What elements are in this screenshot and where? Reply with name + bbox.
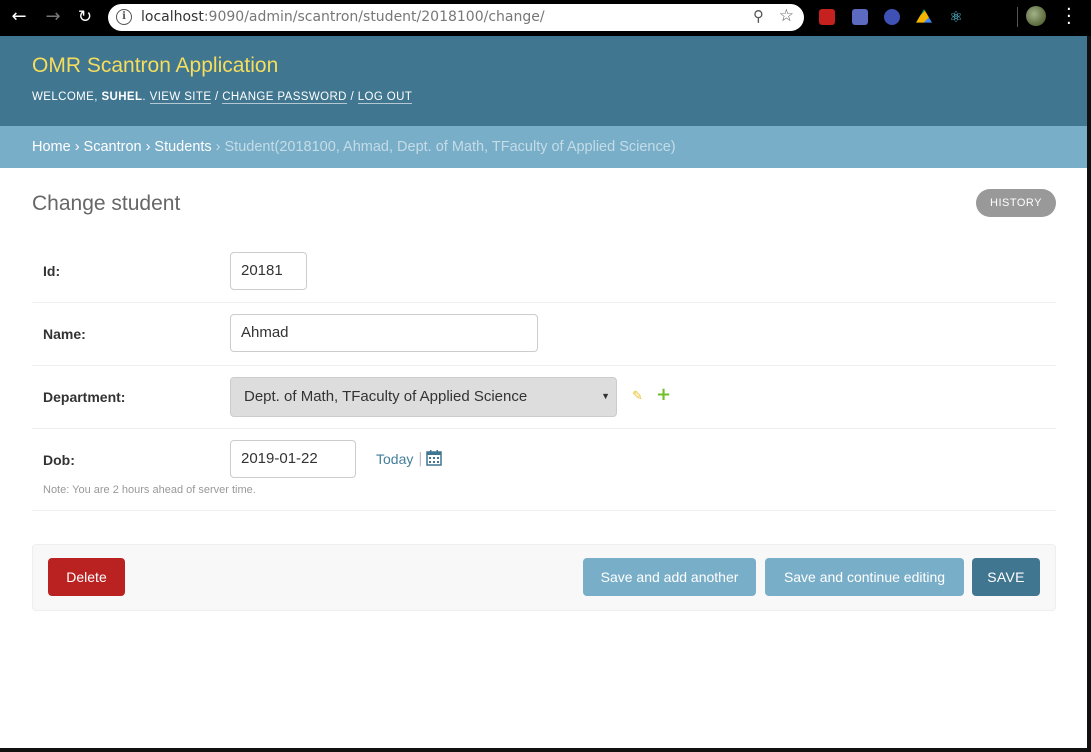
dob-label: Dob: [43,452,75,468]
window-edge [1087,36,1091,752]
plus-icon[interactable]: + [656,384,671,405]
change-password-link[interactable]: CHANGE PASSWORD [222,91,347,104]
url-text[interactable]: localhost:9090/admin/scantron/student/20… [141,9,545,25]
breadcrumb-current: Student(2018100, Ahmad, Dept. of Math, T… [224,139,676,155]
today-link[interactable]: Today [376,451,413,467]
info-icon[interactable]: i [116,9,132,25]
bank-extension-icon[interactable] [884,9,900,25]
react-extension-icon[interactable]: ⚛ [948,9,964,25]
form-row-department: Department: Dept. of Math, TFaculty of A… [32,366,1056,429]
department-select[interactable]: Dept. of Math, TFaculty of Applied Scien… [230,377,617,417]
id-label: Id: [43,263,61,279]
submit-row: Delete Save and add another Save and con… [32,544,1056,611]
admin-page: OMR Scantron Application WELCOME, SUHEL.… [0,36,1087,748]
site-header: OMR Scantron Application WELCOME, SUHEL.… [0,36,1087,126]
profile-avatar[interactable] [1026,6,1046,26]
breadcrumb-scantron[interactable]: Scantron [84,139,142,155]
pencil-icon[interactable]: ✎ [632,389,643,404]
user-tools: WELCOME, SUHEL. VIEW SITE / CHANGE PASSW… [32,91,413,104]
save-button[interactable]: SAVE [972,558,1040,596]
menu-dots-icon[interactable]: · · · [1066,1,1072,33]
name-label: Name: [43,326,86,342]
page-title: Change student [32,192,181,215]
username: SUHEL [101,91,143,103]
history-button[interactable]: HISTORY [976,189,1056,217]
welcome-text: WELCOME, [32,91,98,103]
department-selected-value: Dept. of Math, TFaculty of Applied Scien… [244,388,528,405]
breadcrumb-home[interactable]: Home [32,139,71,155]
camera-extension-icon[interactable] [852,9,868,25]
address-bar[interactable]: i localhost:9090/admin/scantron/student/… [108,4,804,31]
window-edge-bottom [0,748,1091,752]
forward-arrow-icon[interactable]: → [40,4,66,30]
timezone-note: Note: You are 2 hours ahead of server ti… [43,484,256,496]
reload-icon[interactable]: ↻ [72,4,98,30]
browser-toolbar: ← → ↻ i localhost:9090/admin/scantron/st… [0,0,1091,36]
delete-button[interactable]: Delete [48,558,125,596]
save-continue-button[interactable]: Save and continue editing [765,558,964,596]
calendar-icon[interactable] [426,449,442,466]
drive-extension-icon[interactable] [916,9,932,23]
form-row-id: Id: 20181 [32,239,1056,303]
toolbar-divider [1017,7,1018,27]
id-field[interactable]: 20181 [230,252,307,290]
save-add-another-button[interactable]: Save and add another [583,558,756,596]
department-label: Department: [43,389,126,405]
breadcrumb: Home › Scantron › Students › Student(2018100, … [0,126,1087,168]
zoom-icon[interactable]: ⚲ [753,7,764,25]
form-row-name: Name: Ahmad [32,303,1056,366]
chevron-down-icon: ▼ [601,391,610,401]
breadcrumb-students[interactable]: Students [154,139,211,155]
dob-field[interactable]: 2019-01-22 [230,440,356,478]
name-field[interactable]: Ahmad [230,314,538,352]
gmail-extension-icon[interactable] [819,9,835,25]
star-icon[interactable]: ☆ [779,6,794,26]
site-name[interactable]: OMR Scantron Application [32,54,278,78]
back-arrow-icon[interactable]: ← [6,4,32,30]
form-row-dob: Dob: 2019-01-22 Today | Note: You are 2 … [32,429,1056,511]
log-out-link[interactable]: LOG OUT [357,91,413,104]
view-site-link[interactable]: VIEW SITE [149,91,212,104]
